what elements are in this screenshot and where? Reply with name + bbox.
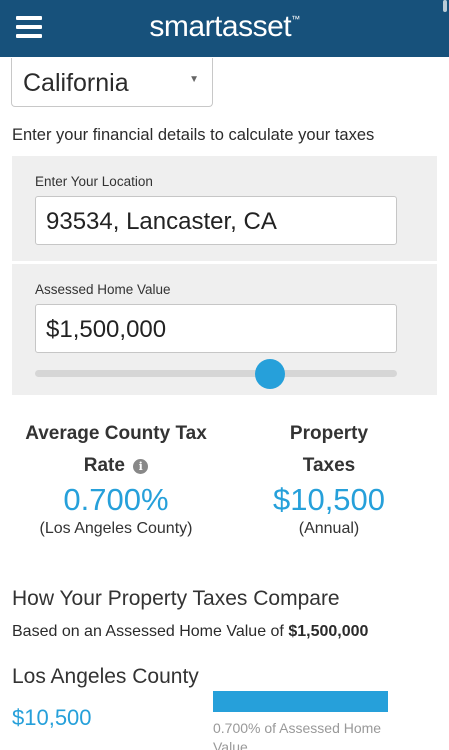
intro-text: Enter your financial details to calculat… xyxy=(12,126,375,144)
tax-rate-heading: Average County Tax Rate i xyxy=(25,423,207,476)
tax-rate-stat: Average County Tax Rate i 0.700% (Los An… xyxy=(12,418,220,540)
county-tax-note: 0.700% of Assessed Home Value xyxy=(213,720,382,750)
home-value-label: Assessed Home Value xyxy=(35,282,171,297)
location-input-value: 93534, Lancaster, CA xyxy=(46,208,277,235)
property-taxes-period: (Annual) xyxy=(298,520,360,537)
location-label: Enter Your Location xyxy=(35,174,153,189)
slider-handle[interactable] xyxy=(255,359,286,389)
property-taxes-value: $10,500 xyxy=(272,482,386,517)
chevron-down-icon: ▼ xyxy=(189,74,199,85)
home-value-input-value: $1,500,000 xyxy=(46,316,167,343)
state-select[interactable]: California ▼ xyxy=(11,58,213,107)
property-taxes-heading: Property Taxes xyxy=(289,423,369,476)
county-tax-bar xyxy=(213,691,388,712)
logo[interactable]: smartasset™ xyxy=(0,10,449,44)
home-value-input[interactable]: $1,500,000 xyxy=(35,304,397,353)
home-value-panel: Assessed Home Value $1,500,000 xyxy=(12,264,437,395)
tax-rate-value: 0.700% xyxy=(63,482,169,517)
county-name: Los Angeles County xyxy=(12,665,199,688)
compare-subtitle: Based on an Assessed Home Value of $1,50… xyxy=(12,623,369,640)
county-tax-value: $10,500 xyxy=(12,705,92,730)
info-icon[interactable]: i xyxy=(133,459,149,474)
home-value-slider[interactable] xyxy=(35,370,397,377)
property-taxes-stat: Property Taxes $10,500 (Annual) xyxy=(228,418,430,540)
state-select-value: California xyxy=(23,69,129,97)
location-panel: Enter Your Location 93534, Lancaster, CA xyxy=(12,156,437,261)
app-header: smartasset™ xyxy=(0,0,449,57)
tax-rate-county: (Los Angeles County) xyxy=(39,520,193,537)
compare-title: How Your Property Taxes Compare xyxy=(12,587,340,610)
location-input[interactable]: 93534, Lancaster, CA xyxy=(35,196,397,245)
scrollbar[interactable] xyxy=(443,0,447,12)
